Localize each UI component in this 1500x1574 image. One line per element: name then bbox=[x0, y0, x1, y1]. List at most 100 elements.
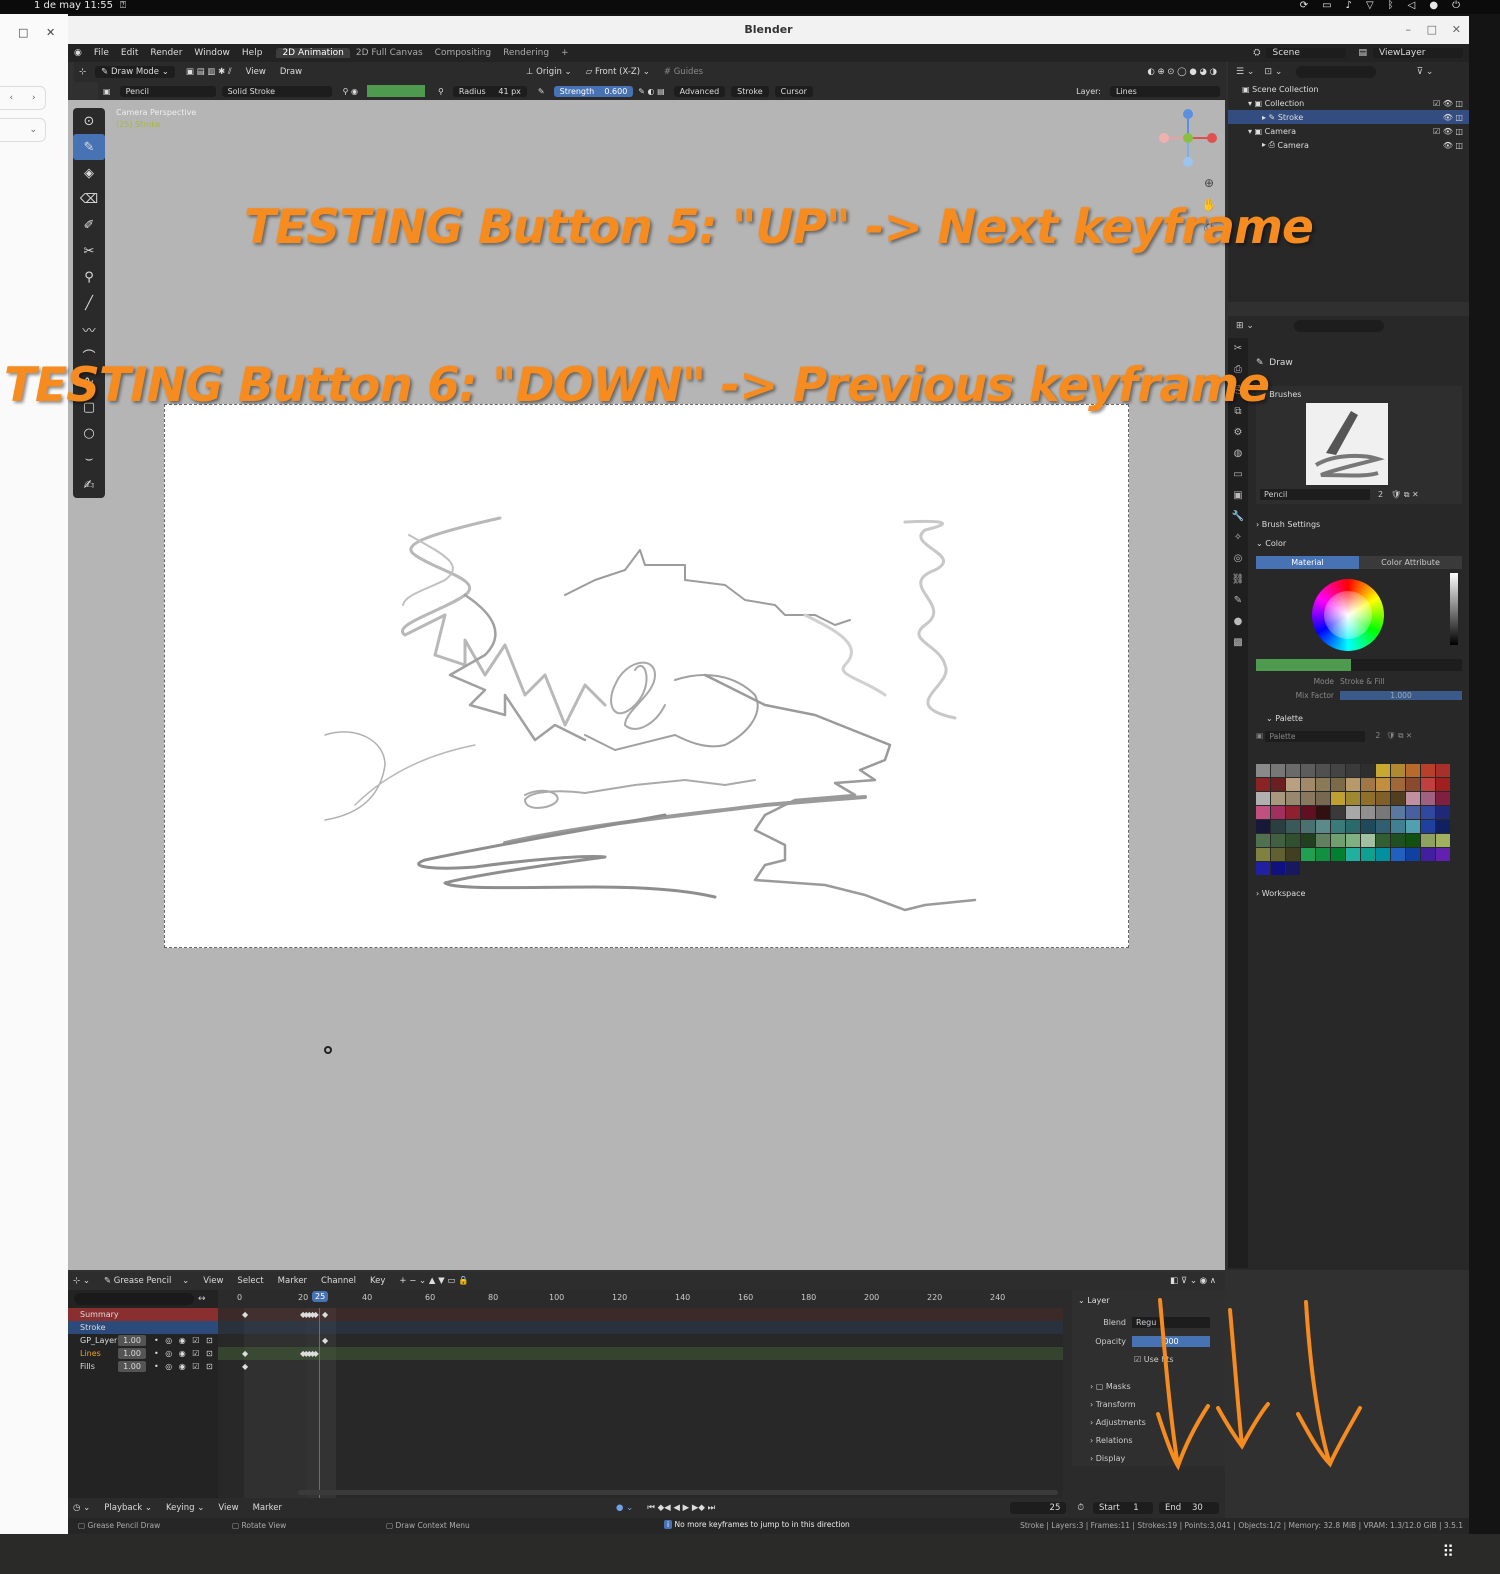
visibility-icons[interactable]: ☑ 👁 ◫ bbox=[1433, 127, 1469, 136]
annotate-tool-icon[interactable]: ✍ bbox=[73, 472, 105, 498]
brush-settings-header[interactable]: › Brush Settings bbox=[1256, 520, 1462, 529]
eyedropper-tool-icon[interactable]: ⚲ bbox=[73, 264, 105, 290]
app-grid-icon[interactable]: ⠿ bbox=[1442, 1542, 1454, 1561]
palette-swatch[interactable] bbox=[1436, 834, 1450, 847]
palette-swatch[interactable] bbox=[1301, 778, 1315, 791]
close-icon[interactable]: ✕ bbox=[1452, 16, 1461, 44]
palette-swatch[interactable] bbox=[1316, 778, 1330, 791]
palette-actions-icon[interactable]: 🛡 ⧉ ✕ bbox=[1386, 731, 1412, 742]
layer-toggles-icon[interactable]: • ◎ ◉ ☑ ⊡ bbox=[154, 1362, 215, 1371]
brush-selector[interactable]: Pencil bbox=[119, 85, 216, 97]
palette-swatch[interactable] bbox=[1271, 862, 1285, 875]
minimize-icon[interactable]: – bbox=[1406, 16, 1412, 44]
interpolate-tool-icon[interactable]: ⌣ bbox=[73, 446, 105, 472]
dopesheet-menu-marker[interactable]: Marker bbox=[273, 1275, 312, 1287]
keyframe[interactable]: ◆◆◆◆◆ bbox=[300, 1310, 319, 1319]
system-clock[interactable]: 1 de may 11:55 bbox=[34, 0, 113, 11]
palette-swatch[interactable] bbox=[1406, 764, 1420, 777]
outliner-row[interactable]: ▣ Scene Collection bbox=[1228, 82, 1469, 96]
palette-swatch[interactable] bbox=[1406, 778, 1420, 791]
mix-factor-value[interactable]: 1.000 bbox=[1340, 691, 1462, 700]
palette-swatch[interactable] bbox=[1331, 792, 1345, 805]
channel-summary[interactable]: Summary bbox=[68, 1308, 218, 1321]
current-frame-indicator[interactable]: 25 bbox=[312, 1291, 329, 1302]
palette-swatch[interactable] bbox=[1286, 820, 1300, 833]
cutter-tool-icon[interactable]: ✂ bbox=[73, 238, 105, 264]
color-header[interactable]: ⌄ Color bbox=[1256, 539, 1462, 548]
texture-tab-icon[interactable]: ▩ bbox=[1228, 632, 1248, 653]
palette-swatch[interactable] bbox=[1391, 806, 1405, 819]
tab-2d-full-canvas[interactable]: 2D Full Canvas bbox=[350, 48, 429, 58]
radius-field[interactable]: Radius 41 px bbox=[452, 85, 527, 97]
sync-icon[interactable]: ↔ bbox=[198, 1294, 206, 1304]
palette-swatch[interactable] bbox=[1286, 806, 1300, 819]
color-wheel[interactable] bbox=[1312, 579, 1384, 651]
eyedropper-icon[interactable]: ⚲ bbox=[433, 86, 449, 97]
palette-swatch[interactable] bbox=[1421, 834, 1435, 847]
constraints-tab-icon[interactable]: ⛓ bbox=[1228, 569, 1248, 590]
palette-swatch[interactable] bbox=[1256, 764, 1270, 777]
palette-swatch[interactable] bbox=[1361, 792, 1375, 805]
palette-swatch[interactable] bbox=[1301, 848, 1315, 861]
outliner-display-icon[interactable]: ⊡ ⌄ bbox=[1264, 67, 1282, 77]
tab-compositing[interactable]: Compositing bbox=[429, 48, 497, 58]
maximize-icon[interactable]: □ bbox=[1427, 16, 1437, 44]
erase-tool-icon[interactable]: ⌫ bbox=[73, 186, 105, 212]
palette-swatch[interactable] bbox=[1391, 778, 1405, 791]
blender-logo-icon[interactable]: ◉ bbox=[68, 48, 88, 58]
restore-icon[interactable]: □ bbox=[18, 26, 28, 39]
close-icon[interactable]: ✕ bbox=[46, 26, 55, 39]
cursor-tool-icon[interactable]: ⊙ bbox=[73, 108, 105, 134]
menu-file[interactable]: File bbox=[88, 48, 115, 58]
palette-swatch[interactable] bbox=[1301, 834, 1315, 847]
timeline-editor-icon[interactable]: ◷ ⌄ bbox=[68, 1502, 95, 1514]
end-frame-field[interactable]: End 30 bbox=[1159, 1502, 1219, 1514]
palette-swatch[interactable] bbox=[1346, 820, 1360, 833]
brush-name[interactable]: Pencil bbox=[1260, 489, 1370, 500]
scene-tab-icon[interactable]: ⚙ bbox=[1228, 422, 1248, 443]
viewport-shading-icons[interactable]: ◐ ⊕ ⊙ ◯ ● ◕ ◑ bbox=[1142, 66, 1222, 78]
palette-swatch[interactable] bbox=[1421, 848, 1435, 861]
palette-swatch[interactable] bbox=[1286, 764, 1300, 777]
palette-swatch[interactable] bbox=[1346, 848, 1360, 861]
dopesheet-editor-icon[interactable]: ⊹ ⌄ bbox=[68, 1275, 95, 1287]
palette-swatch[interactable] bbox=[1331, 778, 1345, 791]
outliner-row[interactable]: ▸ ✎ Stroke 👁 ◫ bbox=[1228, 110, 1469, 124]
keyframe[interactable]: ◆ bbox=[322, 1310, 328, 1319]
3d-cursor-icon[interactable] bbox=[324, 1046, 332, 1054]
menu-view[interactable]: View bbox=[241, 66, 271, 78]
horizontal-scrollbar[interactable] bbox=[298, 1490, 1058, 1495]
keyframe[interactable]: ◆ bbox=[242, 1310, 248, 1319]
physics-tab-icon[interactable]: ◎ bbox=[1228, 548, 1248, 569]
keyframe-area[interactable]: ◆ ◆◆◆◆◆ ◆ ◆ ◆ ◆◆◆◆◆ ◆ bbox=[218, 1308, 1063, 1498]
palette-swatch[interactable] bbox=[1331, 834, 1345, 847]
palette-swatch[interactable] bbox=[1421, 778, 1435, 791]
palette-swatch[interactable] bbox=[1301, 820, 1315, 833]
outliner-row[interactable]: ▸ ⎙ Camera 👁 ◫ bbox=[1228, 138, 1469, 152]
palette-swatch[interactable] bbox=[1376, 848, 1390, 861]
palette-swatch[interactable] bbox=[1361, 834, 1375, 847]
dopesheet-menu-select[interactable]: Select bbox=[232, 1275, 268, 1287]
channel-search-input[interactable] bbox=[74, 1293, 194, 1305]
timeline-menu-playback[interactable]: Playback ⌄ bbox=[99, 1502, 157, 1514]
outliner-row[interactable]: ▾ ▣ Camera ☑ 👁 ◫ bbox=[1228, 124, 1469, 138]
palette-swatch[interactable] bbox=[1256, 848, 1270, 861]
tool-tab-icon[interactable]: ✂ bbox=[1228, 338, 1248, 359]
app-indicator-icon[interactable]: ♪ bbox=[1346, 0, 1352, 11]
filter-icon[interactable]: ⊽ ⌄ bbox=[1416, 67, 1433, 77]
workspace-header[interactable]: › Workspace bbox=[1256, 889, 1462, 898]
palette-swatch[interactable] bbox=[1361, 764, 1375, 777]
channel-layer-active[interactable]: Lines 1.00 • ◎ ◉ ☑ ⊡ bbox=[68, 1347, 218, 1360]
palette-swatch[interactable] bbox=[1406, 834, 1420, 847]
brush-datablock[interactable]: Pencil 2 🛡 ⧉ ✕ bbox=[1260, 489, 1458, 500]
palette-swatch[interactable] bbox=[1361, 806, 1375, 819]
palette-swatch[interactable] bbox=[1436, 848, 1450, 861]
keyframe[interactable]: ◆ bbox=[242, 1349, 248, 1358]
palette-swatch[interactable] bbox=[1391, 848, 1405, 861]
world-tab-icon[interactable]: ◍ bbox=[1228, 443, 1248, 464]
palette-swatch[interactable] bbox=[1286, 834, 1300, 847]
polyline-tool-icon[interactable]: 〰 bbox=[73, 316, 105, 342]
layer-opacity[interactable]: 1.00 bbox=[118, 1348, 146, 1359]
palette-swatch[interactable] bbox=[1256, 862, 1270, 875]
zoom-icon[interactable]: ⊕ bbox=[1199, 172, 1219, 194]
